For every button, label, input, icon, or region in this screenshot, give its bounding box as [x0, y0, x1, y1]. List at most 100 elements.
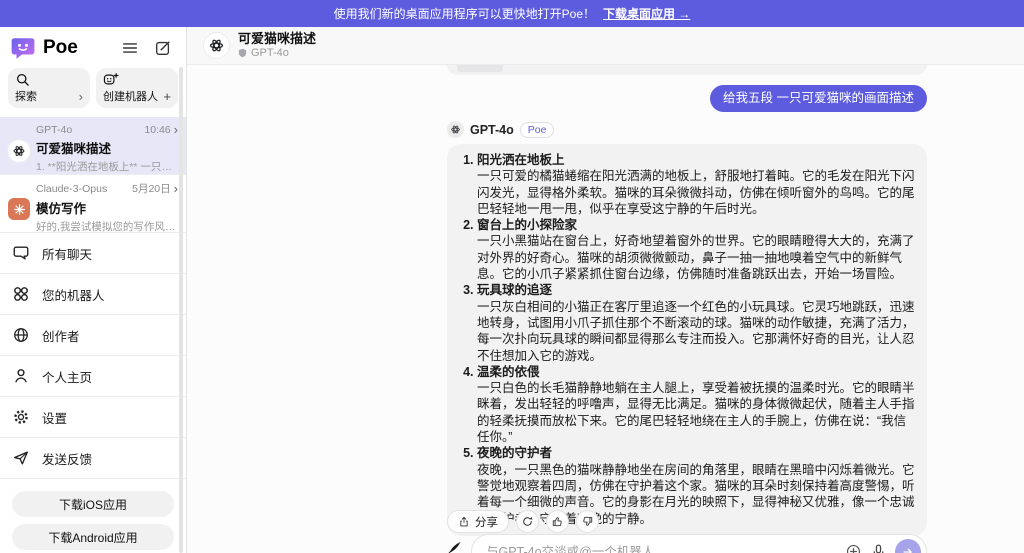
bot-message-header: GPT-4o Poe — [447, 121, 927, 138]
chat-bot-name: GPT-4o — [36, 124, 72, 136]
nav-label: 设置 — [42, 408, 67, 427]
thumbs-down-button[interactable] — [576, 510, 599, 533]
microphone-icon[interactable] — [870, 543, 887, 553]
sidebar-item-settings[interactable]: 设置 — [0, 397, 186, 437]
share-icon — [458, 516, 470, 528]
download-desktop-app-link[interactable]: 下载桌面应用 → — [603, 5, 690, 22]
download-buttons: 下载iOS应用 下载Android应用 — [0, 479, 186, 553]
plus-icon: + — [163, 90, 171, 103]
chat-title: 模仿写作 — [36, 198, 178, 217]
chat-time: 5月20日 — [132, 181, 171, 196]
poe-logo-icon[interactable] — [10, 35, 36, 61]
message-input-pill — [471, 534, 927, 553]
menu-icon[interactable] — [121, 39, 139, 57]
bots-icon — [12, 285, 30, 303]
poe-badge: Poe — [520, 122, 555, 138]
page-title: 可爱猫咪描述 — [238, 32, 316, 46]
chat-item-gpt4o[interactable]: GPT-4o 10:46 › 可爱猫咪描述 1. **阳光洒在地板上** 一只可… — [0, 117, 186, 174]
previous-message-partial — [447, 65, 927, 75]
bot-name[interactable]: GPT-4o — [470, 123, 514, 137]
nav-label: 发送反馈 — [42, 449, 92, 468]
regenerate-icon — [521, 515, 534, 528]
explore-label: 探索 — [15, 88, 37, 104]
download-android-button[interactable]: 下载Android应用 — [12, 524, 174, 550]
thumbs-up-icon — [551, 515, 564, 528]
share-label: 分享 — [475, 514, 498, 530]
previous-message-chip — [457, 65, 503, 72]
item-body: 一只小黑猫站在窗台上，好奇地望着窗外的世界。它的眼睛瞪得大大的，充满了对外界的好… — [477, 233, 915, 282]
desktop-app-banner: 使用我们新的桌面应用程序可以更快地打开Poe！ 下载桌面应用 → — [0, 0, 1024, 27]
item-title: 玩具球的追逐 — [477, 282, 915, 298]
quill-pen-icon[interactable] — [447, 539, 463, 553]
search-icon — [15, 72, 30, 87]
chat-bot-subtitle: GPT-4o — [251, 47, 289, 59]
creators-icon — [12, 326, 30, 344]
sidebar-scrollbar[interactable] — [179, 67, 183, 553]
nav-label: 您的机器人 — [42, 285, 105, 304]
shield-icon — [238, 48, 247, 58]
nav-label: 所有聊天 — [42, 244, 92, 263]
chat-bot-name: Claude-3-Opus — [36, 183, 107, 195]
item-body: 一只白色的长毛猫静静地躺在主人腿上，享受着被抚摸的温柔时光。它的眼睛半眯着，发出… — [477, 380, 915, 445]
list-item: 玩具球的追逐 一只灰白相间的小猫正在客厅里追逐一个红色的小玩具球。它灵巧地跳跃，… — [477, 282, 915, 363]
profile-icon — [12, 367, 30, 385]
chat-title: 可爱猫咪描述 — [36, 138, 178, 157]
app-title: Poe — [43, 37, 78, 59]
sidebar-item-all-chats[interactable]: 所有聊天 — [0, 233, 186, 273]
sidebar-item-profile[interactable]: 个人主页 — [0, 356, 186, 396]
create-bot-card[interactable]: 创建机器人 + — [96, 68, 178, 108]
openai-avatar — [203, 32, 230, 59]
sidebar-item-creators[interactable]: 创作者 — [0, 315, 186, 355]
create-bot-label: 创建机器人 — [103, 88, 158, 104]
create-bot-icon — [103, 72, 119, 87]
chevron-right-icon: › — [174, 123, 178, 136]
message-actions: 分享 — [447, 510, 599, 533]
chevron-right-icon: › — [174, 182, 178, 195]
list-item: 温柔的依偎 一只白色的长毛猫静静地躺在主人腿上，享受着被抚摸的温柔时光。它的眼睛… — [477, 364, 915, 445]
list-item: 阳光洒在地板上 一只可爱的橘猫蜷缩在阳光洒满的地板上，舒服地打着盹。它的毛发在阳… — [477, 152, 915, 217]
message-input[interactable] — [486, 545, 837, 553]
chats-icon — [12, 244, 30, 262]
cat-descriptions-list: 阳光洒在地板上 一只可爱的橘猫蜷缩在阳光洒满的地板上，舒服地打着盹。它的毛发在阳… — [453, 152, 915, 527]
main-chat-area: 可爱猫咪描述 GPT-4o 给我五段 一只可爱猫咪的画面描述 — [187, 27, 1024, 553]
list-item: 窗台上的小探险家 一只小黑猫站在窗台上，好奇地望着窗外的世界。它的眼睛瞪得大大的… — [477, 217, 915, 282]
download-ios-button[interactable]: 下载iOS应用 — [12, 491, 174, 517]
chat-preview: 好的,我尝试模拟您的写作风格,创作一... — [36, 219, 178, 234]
thumbs-up-button[interactable] — [546, 510, 569, 533]
openai-avatar — [8, 140, 30, 162]
item-body: 一只灰白相间的小猫正在客厅里追逐一个红色的小玩具球。它灵巧地跳跃，迅速地转身，试… — [477, 299, 915, 364]
sidebar-item-your-bots[interactable]: 您的机器人 — [0, 274, 186, 314]
sidebar: Poe 探索 — [0, 27, 187, 553]
item-body: 一只可爱的橘猫蜷缩在阳光洒满的地板上，舒服地打着盹。它的毛发在阳光下闪闪发光，显… — [477, 168, 915, 217]
send-arrow-icon — [901, 545, 915, 553]
explore-card[interactable]: 探索 › — [8, 68, 90, 108]
item-title: 窗台上的小探险家 — [477, 217, 915, 233]
message-input-bar — [447, 534, 927, 553]
chat-preview: 1. **阳光洒在地板上** 一只可爱的橘... — [36, 159, 178, 174]
sidebar-item-feedback[interactable]: 发送反馈 — [0, 438, 186, 478]
chat-item-claude[interactable]: Claude-3-Opus 5月20日 › 模仿写作 好的,我尝试模拟您的写作风… — [0, 175, 186, 232]
item-title: 阳光洒在地板上 — [477, 152, 915, 168]
share-button[interactable]: 分享 — [447, 510, 509, 533]
openai-avatar — [447, 121, 464, 138]
claude-avatar — [8, 198, 30, 220]
sidebar-quick-cards: 探索 › 创建机器人 + — [0, 65, 186, 117]
settings-gear-icon — [12, 408, 30, 426]
nav-label: 个人主页 — [42, 367, 92, 386]
send-feedback-icon — [12, 449, 30, 467]
regenerate-button[interactable] — [516, 510, 539, 533]
sidebar-header: Poe — [0, 27, 186, 65]
chat-time: 10:46 — [144, 124, 170, 136]
send-button[interactable] — [895, 539, 921, 553]
app-window: Poe 探索 — [0, 27, 1024, 553]
new-chat-icon[interactable] — [154, 39, 172, 57]
attach-plus-icon[interactable] — [845, 543, 862, 553]
item-title: 温柔的依偎 — [477, 364, 915, 380]
banner-text: 使用我们新的桌面应用程序可以更快地打开Poe！ — [334, 5, 595, 22]
chevron-right-icon: › — [79, 90, 83, 103]
message-scroll-area[interactable]: 给我五段 一只可爱猫咪的画面描述 GPT-4o Poe — [187, 65, 1024, 553]
chat-header: 可爱猫咪描述 GPT-4o — [187, 27, 1024, 65]
nav-label: 创作者 — [42, 326, 80, 345]
bot-message-bubble: 阳光洒在地板上 一只可爱的橘猫蜷缩在阳光洒满的地板上，舒服地打着盹。它的毛发在阳… — [447, 144, 927, 536]
item-title: 夜晚的守护者 — [477, 445, 915, 461]
